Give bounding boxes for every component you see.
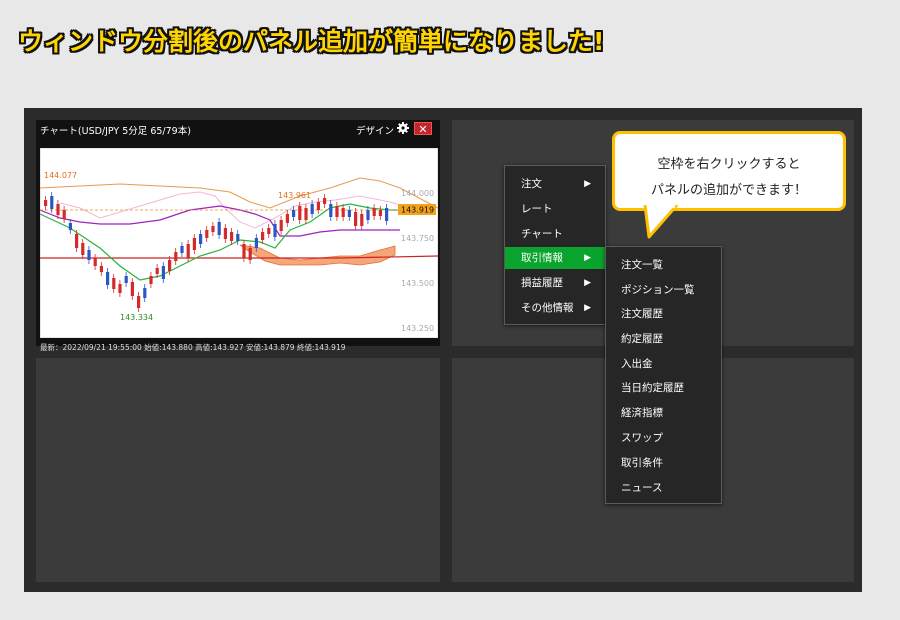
speech-balloon: 空枠を右クリックすると パネルの追加ができます！ (612, 131, 846, 211)
candle-body (323, 198, 327, 204)
menu-item-pl-history[interactable]: 損益履歴 ▶ (505, 272, 605, 294)
candle-body (93, 258, 97, 266)
candle-body (112, 278, 116, 289)
context-menu: 注文 ▶ レート チャート 取引情報 ▶ 損益履歴 ▶ その他情報 ▶ (504, 165, 606, 325)
candle-body (161, 266, 165, 279)
menu-item-other-info[interactable]: その他情報 ▶ (505, 297, 605, 319)
candle-body (385, 208, 389, 221)
submenu-item-swap[interactable]: スワップ (621, 430, 663, 445)
candle-body (279, 220, 283, 231)
candle-body (199, 234, 203, 244)
candle-body (304, 208, 308, 220)
candle-body (68, 223, 72, 230)
candle-body (230, 232, 234, 241)
tick-label: 143.500 (401, 279, 434, 288)
candle-body (44, 200, 48, 206)
candle-body (372, 208, 376, 216)
submenu-arrow-icon: ▶ (584, 278, 591, 288)
close-button[interactable]: ✕ (414, 122, 432, 136)
submenu-item-trading-conditions[interactable]: 取引条件 (621, 455, 663, 470)
candle-body (130, 282, 134, 296)
candle-body (298, 206, 302, 220)
candle-body (248, 248, 252, 260)
candle-body (242, 244, 246, 258)
current-price-label: 143.919 (401, 206, 434, 215)
chart-plot: 144.077 143.961 143.334 144.000 143.750 … (40, 148, 438, 338)
headline: ウィンドウ分割後のパネル追加が簡単になりました! (18, 27, 605, 56)
session-high-label: 144.077 (44, 171, 77, 180)
submenu-item-order-history[interactable]: 注文履歴 (621, 306, 663, 321)
candle-body (223, 228, 227, 239)
candle-body (217, 222, 221, 235)
candle-body (329, 204, 333, 217)
candle-body (285, 214, 289, 223)
candle-body (99, 266, 103, 272)
candle-body (236, 234, 240, 241)
candle-body (75, 234, 79, 248)
balloon-line-1: 空枠を右クリックすると (657, 157, 801, 172)
candle-body (149, 276, 153, 284)
submenu-arrow-icon: ▶ (584, 179, 591, 189)
submenu-item-today-executions[interactable]: 当日約定履歴 (621, 380, 684, 395)
submenu-arrow-icon: ▶ (584, 303, 591, 313)
menu-item-order[interactable]: 注文 ▶ (505, 173, 605, 195)
candle-body (81, 243, 85, 255)
candle-body (347, 210, 351, 217)
candle-body (62, 210, 66, 219)
submenu-trade-info: 注文一覧 ポジション一覧 注文履歴 約定履歴 入出金 当日約定履歴 経済指標 ス… (605, 246, 722, 504)
chart-panel[interactable]: チャート(USD/JPY 5分足 65/79本) デザイン ✕ 144.077 … (36, 120, 440, 352)
high-label: 143.961 (278, 191, 311, 200)
menu-item-chart[interactable]: チャート (505, 223, 605, 245)
candle-body (143, 288, 147, 298)
design-button[interactable]: デザイン (356, 123, 394, 137)
status-bar: 最新：2022/09/21 19:55:00 始値:143.880 高値:143… (40, 343, 346, 352)
candle-body (310, 204, 314, 214)
gear-icon[interactable] (397, 122, 409, 134)
candle-body (180, 246, 184, 253)
candle-body (273, 224, 277, 237)
menu-item-rate[interactable]: レート (505, 198, 605, 220)
low-label: 143.334 (120, 313, 153, 322)
submenu-item-order-list[interactable]: 注文一覧 (621, 257, 663, 272)
tick-label: 143.250 (401, 324, 434, 333)
menu-item-trade-info[interactable]: 取引情報 ▶ (505, 247, 605, 269)
candle-body (261, 232, 265, 240)
submenu-item-position-list[interactable]: ポジション一覧 (621, 282, 695, 297)
candle-body (56, 204, 60, 215)
candle-body (168, 260, 172, 271)
candle-body (354, 212, 358, 226)
candle-body (254, 238, 258, 248)
candle-body (124, 276, 128, 283)
balloon-line-2: パネルの追加ができます！ (650, 183, 807, 198)
submenu-item-news[interactable]: ニュース (621, 480, 662, 495)
balloon-tail (643, 205, 679, 239)
candle-body (360, 214, 364, 226)
candle-body (378, 210, 382, 216)
candle-body (316, 202, 320, 210)
candle-body (211, 226, 215, 232)
candle-body (292, 210, 296, 217)
candle-body (137, 296, 141, 308)
submenu-item-economic-indicators[interactable]: 経済指標 (621, 405, 663, 420)
submenu-item-deposit-withdrawal[interactable]: 入出金 (621, 356, 653, 371)
candle-body (106, 272, 110, 285)
chart-title: チャート(USD/JPY 5分足 65/79本) (40, 126, 191, 137)
candle-body (186, 244, 190, 258)
tick-label: 144.000 (401, 189, 434, 198)
candle-body (50, 196, 54, 209)
candle-body (118, 284, 122, 293)
candle-body (341, 208, 345, 217)
candle-body (335, 206, 339, 217)
candle-body (192, 238, 196, 250)
candle-body (205, 230, 209, 238)
tick-label: 143.750 (401, 234, 434, 243)
candle-body (174, 252, 178, 261)
candle-body (87, 250, 91, 260)
submenu-arrow-icon: ▶ (584, 253, 591, 263)
candle-body (267, 228, 271, 234)
candle-body (366, 210, 370, 220)
submenu-item-execution-history[interactable]: 約定履歴 (621, 331, 663, 346)
candle-body (155, 268, 159, 274)
empty-panel-bottom-left[interactable] (36, 358, 440, 582)
